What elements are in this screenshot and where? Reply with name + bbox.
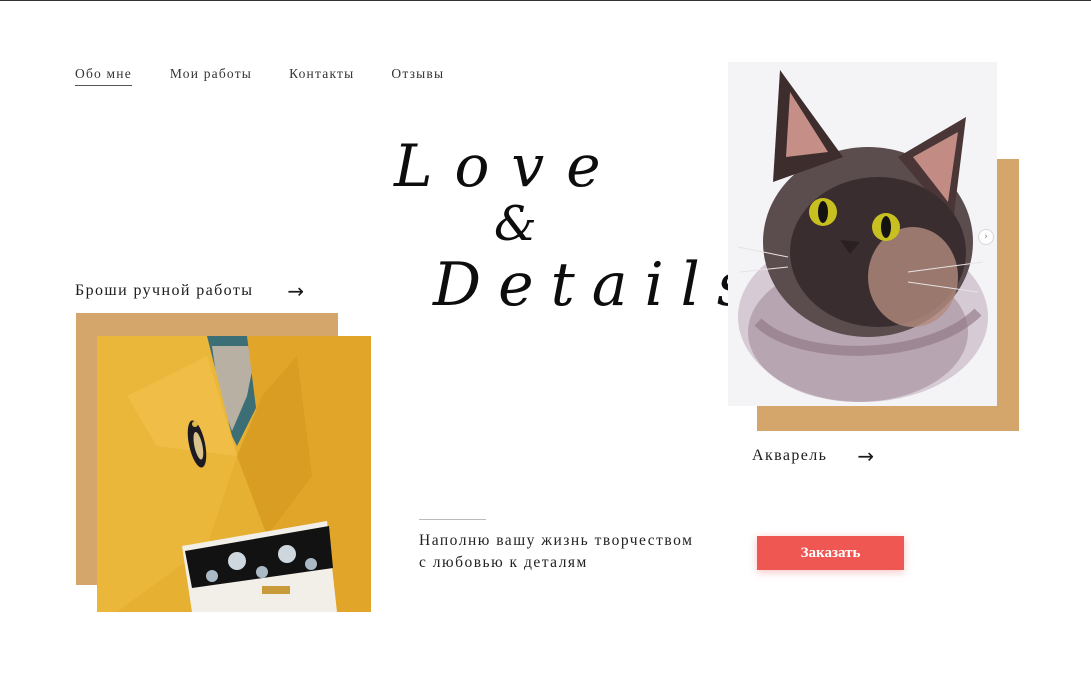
nav-link-reviews[interactable]: Отзывы bbox=[391, 66, 444, 86]
top-border-line bbox=[0, 0, 1091, 1]
watercolor-cat-painting[interactable] bbox=[728, 62, 997, 406]
nav-link-works[interactable]: Мои работы bbox=[170, 66, 252, 86]
brooch-photo[interactable] bbox=[97, 336, 371, 612]
hero-title-ampersand: & bbox=[494, 196, 537, 252]
arrow-right-icon: → bbox=[287, 279, 306, 303]
hero-title-details: Details bbox=[433, 250, 765, 320]
hero-title-love: Love bbox=[394, 132, 623, 200]
cat-painting-illustration bbox=[728, 62, 997, 406]
nav-link-contacts[interactable]: Контакты bbox=[289, 66, 354, 86]
tagline-line-1: Наполню вашу жизнь творчеством bbox=[419, 532, 694, 549]
tagline-divider bbox=[419, 519, 486, 520]
order-button[interactable]: Заказать bbox=[757, 536, 904, 570]
tagline: Наполню вашу жизнь творчеством с любовью… bbox=[419, 530, 693, 574]
slider-next-icon[interactable]: › bbox=[978, 229, 994, 245]
brooches-label: Броши ручной работы bbox=[75, 282, 254, 299]
tagline-line-2: с любовью к деталям bbox=[419, 554, 588, 571]
nav-link-about[interactable]: Обо мне bbox=[75, 66, 132, 86]
watercolor-label: Акварель bbox=[752, 447, 828, 464]
main-nav: Обо мне Мои работы Контакты Отзывы bbox=[75, 66, 444, 86]
brooch-photo-illustration bbox=[97, 336, 371, 612]
arrow-right-icon: → bbox=[857, 444, 876, 468]
watercolor-link[interactable]: Акварель → bbox=[752, 444, 876, 468]
brooches-link[interactable]: Броши ручной работы → bbox=[75, 279, 306, 303]
